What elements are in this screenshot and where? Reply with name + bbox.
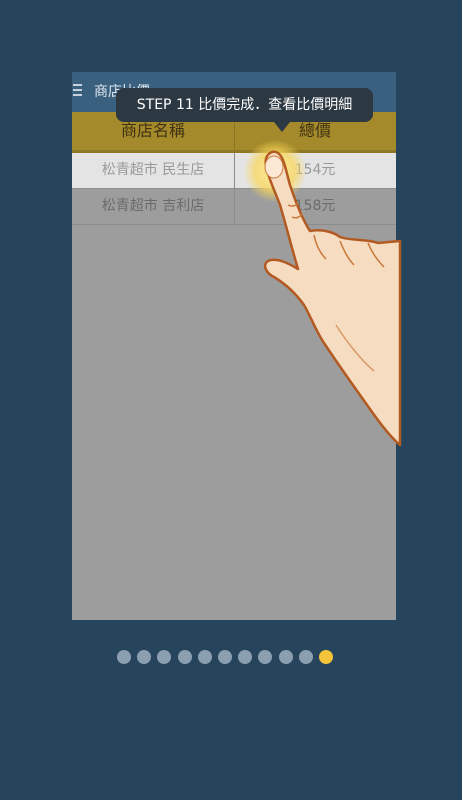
hamburger-menu-icon[interactable] bbox=[73, 84, 82, 96]
page-dot[interactable] bbox=[197, 650, 212, 664]
store-name-cell: 松青超市 吉利店 bbox=[72, 189, 235, 224]
page-dot[interactable] bbox=[157, 650, 172, 664]
page-dot-active[interactable] bbox=[319, 650, 333, 664]
page-dot[interactable] bbox=[238, 650, 253, 664]
page-dot[interactable] bbox=[258, 650, 273, 664]
page-dot[interactable] bbox=[218, 650, 232, 664]
store-name-cell: 松青超市 民生店 bbox=[72, 153, 235, 188]
step-tooltip: STEP 11 比價完成．查看比價明細 bbox=[116, 88, 373, 132]
page-dot[interactable] bbox=[177, 650, 192, 664]
page-dot[interactable] bbox=[298, 650, 313, 664]
page-dot[interactable] bbox=[137, 650, 152, 664]
page-dot[interactable] bbox=[117, 650, 131, 664]
pointing-hand-icon bbox=[263, 150, 402, 447]
page-dot[interactable] bbox=[278, 650, 293, 664]
